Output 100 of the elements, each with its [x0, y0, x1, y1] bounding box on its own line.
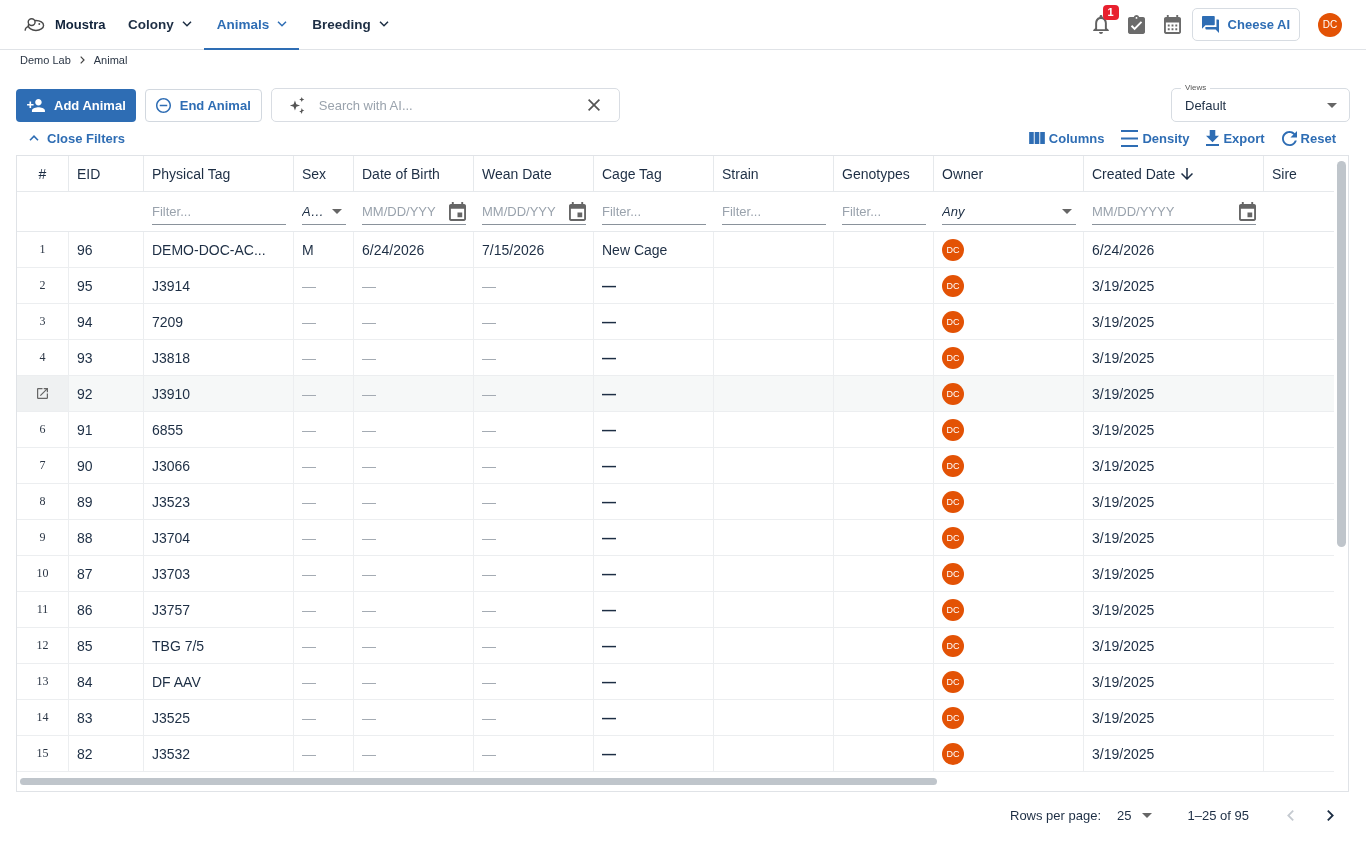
- nav-tab[interactable]: Breeding: [299, 0, 401, 50]
- user-avatar[interactable]: DC: [1318, 12, 1342, 37]
- calendar-icon[interactable]: [1163, 15, 1181, 34]
- table-cell: —: [482, 493, 496, 510]
- end-button[interactable]: End Animal: [144, 88, 262, 122]
- table-cell: 3/19/2025: [1092, 565, 1155, 582]
- close-filters-button[interactable]: Close Filters: [29, 130, 126, 146]
- owner-avatar: DC: [942, 742, 964, 765]
- column-header[interactable]: Owner: [942, 165, 984, 182]
- nav-tab[interactable]: Animals: [203, 0, 300, 50]
- refresh-icon: [1281, 130, 1297, 146]
- column-header[interactable]: Physical Tag: [152, 165, 231, 182]
- table-cell: —: [602, 493, 616, 510]
- horizontal-scrollbar[interactable]: [20, 778, 937, 785]
- column-header[interactable]: EID: [77, 165, 101, 182]
- table-row[interactable]: 10 87 J3703 — — — — DC 3/19/2025: [17, 556, 1334, 592]
- add-button[interactable]: Add Animal: [16, 88, 136, 122]
- column-header[interactable]: Genotypes: [842, 165, 910, 182]
- table-row[interactable]: 8 89 J3523 — — — — DC 3/19/2025: [17, 484, 1334, 520]
- table-cell: —: [482, 529, 496, 546]
- table-cell: —: [482, 709, 496, 726]
- assistant-button[interactable]: Cheese AI: [1191, 8, 1300, 41]
- table-cell: 3/19/2025: [1092, 601, 1155, 618]
- table-row[interactable]: 9 88 J3704 — — — — DC 3/19/2025: [17, 520, 1334, 556]
- table-cell: —: [302, 421, 316, 438]
- table-cell: 3/19/2025: [1092, 637, 1155, 654]
- table-cell: —: [602, 313, 616, 330]
- table-cell: M: [302, 241, 314, 258]
- table-cell: 85: [77, 637, 93, 654]
- clipboard-check-icon[interactable]: [1127, 15, 1145, 34]
- grid-action-button[interactable]: Columns: [1028, 130, 1105, 146]
- open-in-new-icon[interactable]: [37, 388, 48, 399]
- table-cell: 95: [77, 277, 93, 294]
- table-cell: —: [302, 349, 316, 366]
- table-row[interactable]: 2 95 J3914 — — — — DC 3/19/2025: [17, 268, 1334, 304]
- column-header[interactable]: Created Date: [1092, 165, 1176, 182]
- table-cell: 83: [77, 709, 93, 726]
- table-cell: J3525: [152, 709, 191, 726]
- table-cell: 3/19/2025: [1092, 529, 1155, 546]
- table-row[interactable]: 15 82 J3532 — — — — DC 3/19/2025: [17, 736, 1334, 772]
- arrow-down-icon[interactable]: [1181, 167, 1194, 180]
- table-row[interactable]: 13 84 DF AAV — — — — DC 3/19/2025: [17, 664, 1334, 700]
- table-row[interactable]: 12 85 TBG 7/5 — — — — DC 3/19/2025: [17, 628, 1334, 664]
- caret-down-icon: [1327, 102, 1337, 108]
- row-number: 13: [36, 674, 49, 689]
- breadcrumb-link[interactable]: Demo Lab: [20, 54, 71, 66]
- column-header[interactable]: Date of Birth: [362, 165, 440, 182]
- grid-action-button[interactable]: Density: [1121, 129, 1190, 147]
- filter-select[interactable]: Any: [942, 198, 1076, 225]
- table-row[interactable]: 11 86 J3757 — — — — DC 3/19/2025: [17, 592, 1334, 628]
- download-icon: [1206, 130, 1220, 146]
- table-row[interactable]: 92 J3910 — — — — DC 3/19/2025: [17, 376, 1334, 412]
- table-cell: —: [302, 709, 316, 726]
- rows-per-page-select[interactable]: 25: [1117, 807, 1152, 823]
- filter-select[interactable]: A…: [302, 198, 346, 225]
- table-row[interactable]: 6 91 6855 — — — — DC 3/19/2025: [17, 412, 1334, 448]
- column-header[interactable]: Strain: [722, 165, 759, 182]
- calendar-icon[interactable]: [1239, 201, 1256, 221]
- table-row[interactable]: 1 96 DEMO-DOC-AC... M 6/24/2026 7/15/2026 New Cage DC 6/24/2026: [17, 232, 1334, 268]
- table-cell: DEMO-DOC-AC...: [152, 241, 266, 258]
- table-row[interactable]: 3 94 7209 — — — — DC 3/19/2025: [17, 304, 1334, 340]
- column-header[interactable]: #: [38, 165, 47, 182]
- table-cell: 89: [77, 493, 93, 510]
- table-cell: —: [602, 565, 616, 582]
- chevron-down-icon: [378, 21, 389, 27]
- row-number: 12: [36, 638, 49, 653]
- table-cell: —: [482, 385, 496, 402]
- table-cell: —: [362, 457, 376, 474]
- table-row[interactable]: 14 83 J3525 — — — — DC 3/19/2025: [17, 700, 1334, 736]
- table-cell: J3066: [152, 457, 191, 474]
- bell-icon[interactable]: [1092, 15, 1109, 34]
- calendar-icon[interactable]: [569, 201, 586, 221]
- nav-tab[interactable]: Colony: [115, 0, 204, 50]
- table-cell: J3532: [152, 745, 191, 762]
- table-cell: —: [482, 601, 496, 618]
- close-icon[interactable]: [587, 99, 600, 111]
- table-row[interactable]: 7 90 J3066 — — — — DC 3/19/2025: [17, 448, 1334, 484]
- next-page-button[interactable]: [1327, 809, 1335, 821]
- column-header[interactable]: Sex: [302, 165, 327, 182]
- grid-action-button[interactable]: Reset: [1281, 130, 1336, 146]
- table-cell: 88: [77, 529, 93, 546]
- chevron-right-icon: [1327, 809, 1335, 821]
- column-header[interactable]: Sire: [1272, 165, 1297, 182]
- calendar-icon[interactable]: [449, 201, 466, 221]
- vertical-scrollbar[interactable]: [1336, 161, 1346, 547]
- breadcrumb-link[interactable]: Animal: [93, 54, 128, 66]
- table-cell: J3703: [152, 565, 191, 582]
- table-cell: 6/24/2026: [1092, 241, 1155, 258]
- table-cell: —: [302, 745, 316, 762]
- table-cell: TBG 7/5: [152, 637, 205, 654]
- table-cell: 3/19/2025: [1092, 745, 1155, 762]
- lines-icon: [1121, 129, 1139, 147]
- column-header[interactable]: Cage Tag: [602, 165, 662, 182]
- grid-action-button[interactable]: Export: [1206, 130, 1265, 146]
- notification-badge: 1: [1102, 5, 1119, 20]
- column-header[interactable]: Wean Date: [482, 165, 552, 182]
- table-cell: 96: [77, 241, 93, 258]
- table-cell: J3523: [152, 493, 191, 510]
- table-cell: J3704: [152, 529, 191, 546]
- owner-avatar: DC: [942, 274, 964, 297]
